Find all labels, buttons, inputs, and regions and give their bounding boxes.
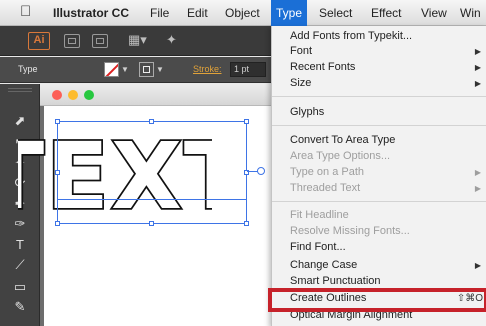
menu-item-label: Area Type Options...	[290, 150, 391, 162]
submenu-arrow-icon: ▶	[474, 63, 481, 72]
menu-item-label: Recent Fonts	[290, 61, 356, 73]
menu-item-label: Change Case	[290, 259, 358, 271]
menu-font[interactable]: Font ▶	[272, 45, 486, 58]
menu-item-label: Font	[290, 45, 313, 57]
submenu-arrow-icon: ▶	[474, 47, 481, 56]
menu-item-label: Threaded Text	[290, 182, 361, 194]
minimize-window-button[interactable]	[68, 90, 78, 100]
text-baseline	[57, 199, 247, 200]
arrange-documents-icon[interactable]: ▦▾	[128, 32, 147, 48]
handle-bottom-right[interactable]	[244, 221, 249, 226]
menu-file[interactable]: File	[145, 0, 174, 26]
menu-item-label: Glyphs	[290, 106, 325, 118]
line-tool-icon[interactable]: ⟋	[10, 256, 30, 274]
ai-logo-icon: Ai	[28, 32, 50, 50]
handle-top-left[interactable]	[55, 119, 60, 124]
stroke-swatch[interactable]	[139, 62, 154, 77]
gpu-performance-icon[interactable]: ✦	[166, 32, 177, 48]
menu-convert-to-area-type[interactable]: Convert To Area Type	[272, 134, 486, 147]
fill-swatch[interactable]	[104, 62, 119, 77]
stroke-label[interactable]: Stroke:	[193, 64, 222, 74]
stroke-dropdown-icon[interactable]: ▼	[156, 65, 164, 74]
menu-item-label: Add Fonts from Typekit...	[290, 30, 413, 42]
menu-item-label: Convert To Area Type	[290, 134, 396, 146]
menu-item-label: Find Font...	[290, 241, 346, 253]
menu-resolve-missing-fonts: Resolve Missing Fonts...	[272, 225, 486, 238]
menu-fit-headline: Fit Headline	[272, 209, 486, 222]
fill-dropdown-icon[interactable]: ▼	[121, 65, 129, 74]
menu-size[interactable]: Size ▶	[272, 77, 486, 90]
out-port[interactable]	[257, 167, 265, 175]
menu-view[interactable]: View	[416, 0, 452, 26]
menu-recent-fonts[interactable]: Recent Fonts ▶	[272, 61, 486, 74]
close-window-button[interactable]	[52, 90, 62, 100]
submenu-arrow-icon: ▶	[474, 184, 481, 193]
stock-button[interactable]	[92, 34, 108, 48]
menu-item-label: Size	[290, 77, 312, 89]
menu-separator	[272, 201, 486, 202]
menu-find-font[interactable]: Find Font...	[272, 241, 486, 254]
application-bar: Ai ▦▾ ✦	[0, 26, 272, 56]
menu-area-type-options: Area Type Options...	[272, 150, 486, 163]
menu-bar:  Illustrator CC File Edit Object Type S…	[0, 0, 486, 26]
submenu-arrow-icon: ▶	[474, 168, 481, 177]
menu-type[interactable]: Type	[271, 0, 308, 26]
type-menu-dropdown: Add Fonts from Typekit... Font ▶ Recent F…	[271, 26, 486, 326]
handle-bottom-left[interactable]	[55, 221, 60, 226]
menu-item-label: Smart Punctuation	[290, 275, 381, 287]
document-titlebar	[40, 84, 272, 106]
submenu-arrow-icon: ▶	[474, 261, 481, 270]
menu-object[interactable]: Object	[220, 0, 265, 26]
menu-window[interactable]: Win	[455, 0, 486, 26]
menu-threaded-text: Threaded Text ▶	[272, 182, 486, 195]
handle-middle-left[interactable]	[55, 170, 60, 175]
menu-change-case[interactable]: Change Case ▶	[272, 259, 486, 272]
handle-bottom-center[interactable]	[149, 221, 154, 226]
menu-separator	[272, 125, 486, 126]
zoom-window-button[interactable]	[84, 90, 94, 100]
menu-separator	[272, 96, 486, 97]
panel-grip[interactable]	[8, 88, 32, 92]
menu-glyphs[interactable]: Glyphs	[272, 106, 486, 119]
bridge-button[interactable]	[64, 34, 80, 48]
menu-app-name[interactable]: Illustrator CC	[48, 0, 134, 26]
menu-effect[interactable]: Effect	[366, 0, 406, 26]
menu-add-fonts-typekit[interactable]: Add Fonts from Typekit...	[272, 30, 486, 43]
selection-type-label: Type	[18, 64, 38, 74]
handle-top-center[interactable]	[149, 119, 154, 124]
stroke-weight-field[interactable]: 1 pt	[230, 62, 266, 77]
menu-smart-punctuation[interactable]: Smart Punctuation	[272, 275, 486, 288]
menu-select[interactable]: Select	[314, 0, 357, 26]
menu-item-label: Resolve Missing Fonts...	[290, 225, 410, 237]
rectangle-tool-icon[interactable]: ▭	[10, 278, 30, 296]
menu-item-label: Type on a Path	[290, 166, 364, 178]
submenu-arrow-icon: ▶	[474, 79, 481, 88]
type-tool-icon[interactable]: T	[10, 236, 30, 254]
selection-bounding-box[interactable]	[57, 121, 247, 224]
menu-item-label: Fit Headline	[290, 209, 349, 221]
menu-type-on-a-path: Type on a Path ▶	[272, 166, 486, 179]
handle-top-right[interactable]	[244, 119, 249, 124]
menu-edit[interactable]: Edit	[182, 0, 213, 26]
control-bar: Type ▼ ▼ Stroke: 1 pt	[0, 57, 272, 83]
pencil-tool-icon[interactable]: ✎	[10, 298, 30, 316]
create-outlines-callout	[268, 288, 486, 312]
apple-icon[interactable]: 	[20, 4, 31, 20]
